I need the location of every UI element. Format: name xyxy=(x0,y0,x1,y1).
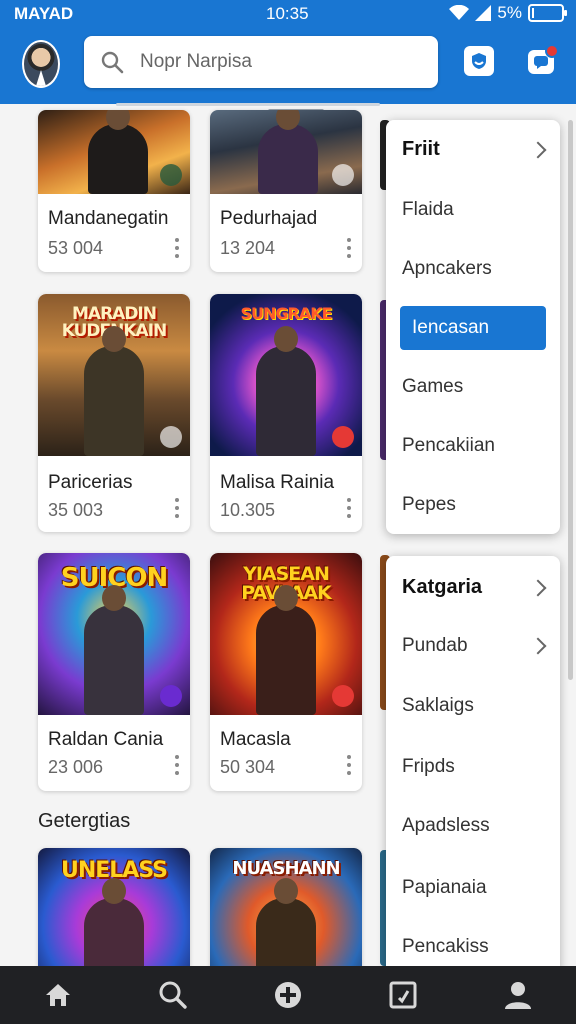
game-thumbnail: NUASHANN xyxy=(210,848,362,978)
game-card[interactable]: MARADIN KUDENKAIN Paricerias 35 003 xyxy=(38,294,190,532)
bottom-nav xyxy=(0,966,576,1024)
search-input[interactable] xyxy=(140,51,420,73)
category-menu-bottom: Katgaria Pundab Saklaigs Fripds Apadsles… xyxy=(386,556,560,976)
home-icon xyxy=(45,984,70,1006)
game-title: Raldan Cania xyxy=(48,729,164,750)
more-options-icon[interactable] xyxy=(174,755,180,775)
game-badge xyxy=(160,426,182,448)
game-thumbnail: SUICON xyxy=(38,553,190,715)
more-options-icon[interactable] xyxy=(346,238,352,258)
drag-handle[interactable] xyxy=(116,103,380,113)
menu-item[interactable]: Games xyxy=(402,376,463,398)
game-count: 23 006 xyxy=(48,757,104,777)
shield-button[interactable] xyxy=(464,46,494,76)
game-title: Pedurhajad xyxy=(220,208,318,229)
game-card[interactable]: SUICON Raldan Cania 23 006 xyxy=(38,553,190,791)
menu-item[interactable]: Pepes xyxy=(402,494,456,516)
game-count: 10.305 xyxy=(220,500,276,520)
more-options-icon[interactable] xyxy=(346,755,352,775)
game-badge xyxy=(332,685,354,707)
game-count: 35 003 xyxy=(48,500,104,520)
battery-icon xyxy=(528,4,567,22)
game-badge xyxy=(160,164,182,186)
menu-header[interactable]: Friit xyxy=(402,138,440,161)
notification-icon xyxy=(534,56,548,69)
game-badge xyxy=(332,426,354,448)
library-icon xyxy=(389,981,417,1009)
game-title: Macasla xyxy=(220,729,291,750)
chevron-right-icon[interactable] xyxy=(529,141,547,159)
menu-item[interactable]: Papianaia xyxy=(402,877,487,899)
notification-badge xyxy=(545,44,559,58)
clock: 10:35 xyxy=(266,4,309,23)
more-options-icon[interactable] xyxy=(346,498,352,518)
menu-item[interactable]: Pencakiian xyxy=(402,435,495,457)
game-badge xyxy=(332,164,354,186)
scrollbar[interactable] xyxy=(568,120,573,680)
avatar[interactable] xyxy=(22,40,60,88)
more-options-icon[interactable] xyxy=(174,498,180,518)
status-bar: MAYAD 10:35 5% xyxy=(0,0,576,28)
game-title: Paricerias xyxy=(48,472,133,493)
menu-item[interactable]: Fripds xyxy=(402,756,455,778)
more-options-icon[interactable] xyxy=(174,238,180,258)
search-bar[interactable] xyxy=(84,36,438,88)
game-thumbnail xyxy=(210,110,362,194)
game-thumbnail: UNELASS xyxy=(38,848,190,978)
signal-icon xyxy=(475,5,492,21)
nav-profile[interactable] xyxy=(498,975,538,1015)
game-count: 53 004 xyxy=(48,238,104,258)
menu-item[interactable]: Apadsless xyxy=(402,815,490,837)
game-thumbnail: MARADIN KUDENKAIN xyxy=(38,294,190,456)
game-thumbnail xyxy=(38,110,190,194)
game-count: 13 204 xyxy=(220,238,276,258)
game-card[interactable]: Mandanegatin 53 004 xyxy=(38,110,190,272)
game-card[interactable]: Pedurhajad 13 204 xyxy=(210,110,362,272)
game-title: Malisa Rainia xyxy=(220,472,335,493)
menu-item[interactable]: Pencakiss xyxy=(402,936,489,958)
game-badge xyxy=(160,685,182,707)
chevron-right-icon[interactable] xyxy=(529,579,547,597)
status-right: 5% xyxy=(449,3,567,23)
profile-icon xyxy=(505,982,532,1009)
game-card[interactable]: NUASHANN xyxy=(210,848,362,978)
menu-item[interactable]: Pundab xyxy=(402,635,468,657)
menu-item-selected[interactable]: Iencasan xyxy=(400,306,546,350)
game-card[interactable]: UNELASS xyxy=(38,848,190,978)
game-thumbnail: SUNGRAKE xyxy=(210,294,362,456)
menu-header[interactable]: Katgaria xyxy=(402,576,482,599)
wifi-icon xyxy=(449,5,470,20)
game-card[interactable]: YIASEAN PAVLAAK Macasla 50 304 xyxy=(210,553,362,791)
add-icon xyxy=(274,982,301,1008)
category-menu-top: Friit Flaida Apncakers Iencasan Games Pe… xyxy=(386,120,560,534)
menu-item[interactable]: Saklaigs xyxy=(402,695,474,717)
chevron-right-icon[interactable] xyxy=(529,637,547,655)
game-card[interactable]: SUNGRAKE Malisa Rainia 10.305 xyxy=(210,294,362,532)
nav-library[interactable] xyxy=(383,975,423,1015)
shield-icon xyxy=(472,53,486,69)
search-icon xyxy=(101,51,124,74)
game-art-title: SUNGRAKE xyxy=(240,304,332,323)
game-art-title: NUASHANN xyxy=(232,858,340,879)
game-thumbnail: YIASEAN PAVLAAK xyxy=(210,553,362,715)
menu-item[interactable]: Apncakers xyxy=(402,258,492,280)
nav-home[interactable] xyxy=(38,975,78,1015)
battery-percent: 5% xyxy=(497,3,522,22)
carrier-label: MAYAD xyxy=(14,4,74,23)
game-count: 50 304 xyxy=(220,757,276,777)
app-bar: MAYAD 10:35 5% xyxy=(0,0,576,104)
section-title: Getergtias xyxy=(38,810,131,832)
game-title: Mandanegatin xyxy=(48,208,169,229)
search-icon xyxy=(159,981,187,1009)
nav-search[interactable] xyxy=(153,975,193,1015)
nav-add[interactable] xyxy=(268,975,308,1015)
menu-item[interactable]: Flaida xyxy=(402,199,454,221)
